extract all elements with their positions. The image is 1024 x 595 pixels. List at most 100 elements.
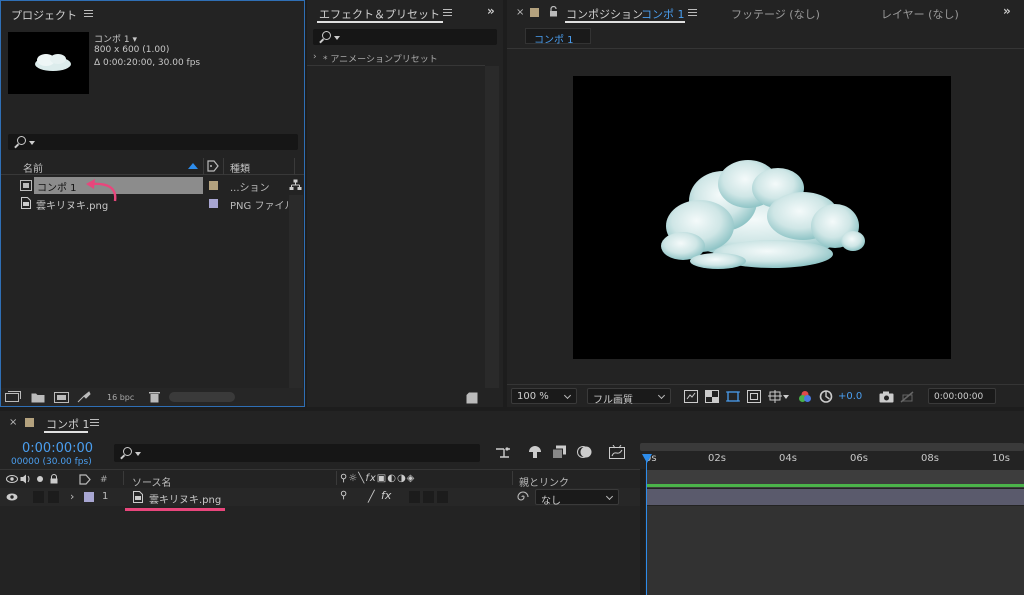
transparency-grid-icon[interactable] — [705, 390, 719, 403]
layer-tab[interactable]: レイヤー (なし) — [881, 6, 959, 22]
panel-menu-icon[interactable] — [90, 419, 99, 426]
expand-layer-icon[interactable]: › — [70, 490, 74, 503]
comp-name[interactable]: コンポ 1 ▾ — [94, 32, 137, 45]
effects-tab[interactable]: エフェクト＆プリセット — [319, 6, 440, 22]
quality-switch-icon[interactable]: ╱ — [368, 490, 375, 503]
parent-dropdown[interactable]: なし — [535, 489, 619, 507]
flowchart-icon[interactable] — [289, 179, 302, 191]
layer-duration-bar[interactable] — [646, 489, 1024, 505]
adjust-project-settings-icon[interactable] — [77, 391, 91, 403]
label-color-swatch[interactable] — [209, 199, 218, 208]
col-type-header[interactable]: 種類 — [230, 160, 250, 175]
col-name-header[interactable]: 名前 — [23, 160, 43, 175]
graph-editor-icon[interactable] — [609, 445, 625, 459]
chevron-down-icon[interactable] — [783, 395, 789, 399]
quality-value: フル画質 — [593, 395, 633, 406]
composition-tab-label[interactable]: コンポジション — [566, 6, 643, 22]
footage-tab[interactable]: フッテージ (なし) — [731, 6, 820, 22]
composition-icon — [20, 180, 32, 191]
switches-header-icon[interactable]: ⚲☼╲fx▣◐◑◈ — [340, 473, 415, 484]
panel-menu-icon[interactable] — [443, 9, 452, 16]
animation-presets-item[interactable]: * アニメーションプリセット — [323, 52, 438, 65]
col-parent-header[interactable]: 親とリンク — [519, 474, 569, 489]
project-item-row[interactable]: 雲キリヌキ.png PNG ファイル — [1, 195, 289, 212]
work-area-navigator[interactable] — [640, 443, 1024, 451]
time-tick: 02s — [708, 453, 726, 464]
lock-toggle[interactable] — [48, 491, 59, 503]
mask-visibility-icon[interactable] — [747, 390, 761, 403]
draft-3d-icon[interactable] — [527, 445, 543, 459]
project-search-input[interactable] — [8, 134, 298, 150]
col-hash-header[interactable]: # — [100, 475, 108, 485]
panel-menu-icon[interactable] — [688, 9, 697, 16]
timeline-search-input[interactable] — [114, 444, 480, 462]
label-tag-icon — [207, 160, 219, 172]
effects-scrollbar[interactable] — [485, 66, 499, 388]
bit-depth-button[interactable]: 16 bpc — [107, 393, 134, 402]
composition-panel: × コンポジション コンポ 1 フッテージ (なし) レイヤー (なし) » コ… — [507, 0, 1024, 407]
frame-blending-icon[interactable] — [552, 445, 567, 459]
current-time-display[interactable]: 0:00:00:00 — [928, 388, 996, 404]
camera-snapshot-icon[interactable] — [879, 391, 894, 403]
resolution-dropdown[interactable]: フル画質 — [587, 388, 671, 406]
chevron-down-icon — [135, 452, 141, 456]
eye-icon — [6, 475, 18, 483]
layer-name[interactable]: 雲キリヌキ.png — [149, 491, 221, 506]
grid-guides-icon[interactable] — [768, 390, 782, 403]
project-scrollbar[interactable] — [289, 195, 303, 389]
timeline-current-time[interactable]: 0:00:00:00 — [22, 441, 93, 456]
timeline-splitter[interactable] — [640, 469, 645, 595]
trash-icon[interactable] — [149, 391, 160, 403]
switch-box[interactable] — [437, 491, 448, 503]
cloud-image — [661, 160, 865, 269]
new-folder-icon[interactable] — [31, 392, 45, 403]
solo-toggle[interactable] — [33, 491, 44, 503]
effects-search-input[interactable] — [313, 29, 497, 45]
playhead-line[interactable] — [646, 461, 647, 595]
horizontal-scrollbar[interactable] — [169, 392, 235, 402]
effects-switch-icon[interactable]: fx — [381, 489, 391, 502]
png-file-icon — [133, 491, 143, 503]
region-of-interest-icon[interactable] — [726, 390, 740, 403]
lock-icon[interactable] — [549, 6, 558, 17]
project-item-row[interactable]: コンポ 1 ...ション — [1, 177, 289, 194]
work-area-bar[interactable] — [646, 470, 1024, 488]
color-channels-icon[interactable] — [798, 390, 812, 403]
expand-panels-icon[interactable]: » — [487, 4, 495, 18]
close-icon[interactable]: × — [9, 417, 17, 428]
comp-subtab[interactable]: コンポ 1 — [525, 28, 591, 46]
interpret-footage-icon[interactable] — [5, 391, 21, 403]
comp-flowchart-icon[interactable] — [495, 446, 511, 460]
composition-tab-name[interactable]: コンポ 1 — [641, 6, 685, 22]
layer-label-swatch[interactable] — [84, 492, 94, 502]
sort-ascending-icon[interactable] — [188, 163, 198, 169]
comp-viewer-canvas[interactable] — [573, 76, 951, 359]
switch-box[interactable] — [409, 491, 420, 503]
label-color-swatch[interactable] — [209, 181, 218, 190]
collapse-arrow-icon[interactable]: › — [313, 52, 317, 62]
visibility-eye-icon[interactable] — [6, 493, 18, 501]
reset-exposure-icon[interactable] — [819, 390, 833, 403]
new-bin-icon[interactable] — [466, 392, 478, 404]
switch-box[interactable] — [423, 491, 434, 503]
fast-previews-icon[interactable] — [684, 390, 698, 403]
motion-blur-icon[interactable] — [577, 445, 593, 459]
exposure-value[interactable]: +0.0 — [838, 391, 862, 402]
time-ruler[interactable]: 0s 02s 04s 06s 08s 10s — [640, 441, 1024, 471]
playhead-handle[interactable] — [642, 454, 652, 463]
new-composition-icon[interactable] — [54, 392, 69, 403]
timeline-tab-name[interactable]: コンポ 1 — [46, 416, 90, 432]
panel-menu-icon[interactable] — [84, 10, 93, 17]
project-tab[interactable]: プロジェクト — [11, 7, 77, 23]
solo-dot-icon — [37, 476, 43, 482]
pick-whip-icon[interactable] — [517, 491, 529, 503]
shy-switch-icon[interactable]: ⚲ — [340, 490, 347, 501]
work-area-range[interactable] — [646, 484, 1024, 487]
close-icon[interactable]: × — [516, 7, 524, 18]
layer-row[interactable]: › 1 雲キリヌキ.png ⚲ ╱ fx なし — [0, 488, 640, 507]
expand-panels-icon[interactable]: » — [1003, 4, 1011, 18]
show-snapshot-icon[interactable] — [900, 391, 915, 403]
zoom-dropdown[interactable]: 100 % — [511, 388, 577, 404]
label-tag-icon — [79, 474, 91, 485]
col-source-header[interactable]: ソース名 — [132, 474, 172, 489]
